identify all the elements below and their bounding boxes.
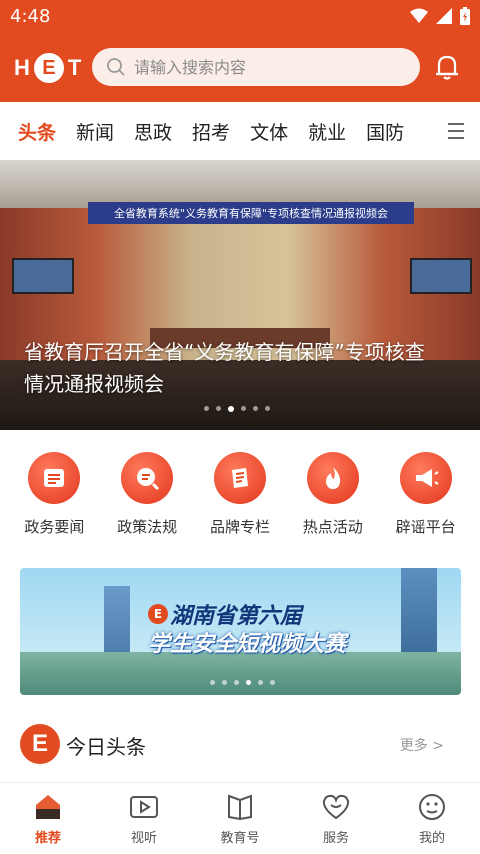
status-icons [410,7,470,25]
banner-screen-left [12,258,74,294]
quick-item-hot-events[interactable]: 热点活动 [293,452,373,548]
quick-item-label: 品牌专栏 [209,518,270,536]
channel-tabs: 头条 新闻 思政 招考 文体 就业 国防 [0,102,480,160]
flame-icon [306,452,359,504]
search-icon [107,58,125,76]
carousel-dot [216,406,221,411]
quick-item-label: 辟谣平台 [395,518,456,536]
quick-item-gov-news[interactable]: 政务要闻 [14,452,94,548]
banner-caption: 省教育厅召开全省“义务教育有保障”专项核查情况通报视频会 [24,340,425,396]
logo-letter-e: E [33,53,64,83]
nav-label: 服务 [322,831,349,846]
quick-item-label: 政务要闻 [24,518,85,536]
tab-headlines[interactable]: 头条 [18,118,56,145]
bottom-nav: 推荐 视听 教育号 服务 我的 [0,782,480,854]
video-icon [130,796,158,818]
tab-exams[interactable]: 招考 [192,118,230,145]
megaphone-icon [399,452,452,504]
carousel-indicator [204,406,270,412]
het-logo[interactable]: H E T [14,48,81,88]
carousel-dot [253,406,258,411]
status-bar: 4:48 [0,0,480,34]
quick-item-brand[interactable]: 品牌专栏 [200,452,280,548]
carousel-dot [265,406,270,411]
promo-title-line2: 学生安全短视频大赛 [148,632,347,657]
carousel-dot [270,680,275,685]
section-title: 今日头条 [66,735,146,759]
logo-letter-t: T [67,55,82,80]
wifi-icon [410,8,428,23]
tab-news[interactable]: 新闻 [76,118,114,145]
nav-label: 我的 [418,831,445,846]
profile-face-icon [419,794,445,820]
nav-item-service[interactable]: 服务 [296,791,376,846]
carousel-dot [204,406,209,411]
policy-search-icon [121,452,174,504]
search-input[interactable] [134,57,394,77]
quick-item-rumor-platform[interactable]: 辟谣平台 [386,452,466,548]
promo-landscape [20,652,461,695]
quick-menu: 政务要闻 政策法规 品牌专栏 热点活动 辟谣平台 [0,452,480,548]
carousel-dot [210,680,215,685]
today-headlines-header: E 今日头条 更多 > [0,716,480,774]
nav-label: 视听 [130,831,157,846]
carousel-dot [258,680,263,685]
promo-banner[interactable]: E 湖南省第六届 学生安全短视频大赛 [20,568,461,695]
banner-stage-sign: 全省教育系统"义务教育有保障"专项核查情况通报视频会 [88,202,414,224]
carousel-dot [241,406,246,411]
tab-list: 头条 新闻 思政 招考 文体 就业 国防 [18,102,438,160]
brand-column-icon [213,452,266,504]
status-time: 4:48 [10,6,51,27]
carousel-dot [222,680,227,685]
carousel-dot-active [228,406,234,412]
section-logo-icon: E [20,724,60,764]
more-link[interactable]: 更多 > [400,735,444,755]
book-icon [228,794,252,821]
quick-item-label: 政策法规 [117,518,178,536]
promo-logo-badge: E [148,604,168,624]
battery-icon [460,7,470,25]
banner-screen-right [410,258,472,294]
tab-ideology[interactable]: 思政 [134,118,172,145]
menu-icon[interactable] [446,122,466,140]
nav-item-mine[interactable]: 我的 [392,791,472,846]
logo-letter-h: H [14,55,30,80]
nav-label: 推荐 [34,831,61,846]
promo-carousel-indicator [210,680,275,685]
home-icon [36,795,60,819]
news-icon [28,452,81,504]
app-header: H E T [0,34,480,102]
quick-item-policy[interactable]: 政策法规 [107,452,187,548]
nav-item-recommend[interactable]: 推荐 [8,791,88,846]
signal-icon [436,8,452,24]
hero-carousel[interactable]: 全省教育系统"义务教育有保障"专项核查情况通报视频会 省教育厅召开全省“义务教育… [0,160,480,430]
heart-icon [322,794,350,820]
nav-label: 教育号 [220,831,260,846]
nav-item-education-account[interactable]: 教育号 [200,791,280,846]
banner-ceiling [0,160,480,208]
carousel-dot-active [246,680,251,685]
search-bar[interactable] [92,48,420,86]
tab-employment[interactable]: 就业 [308,118,346,145]
carousel-dot [234,680,239,685]
quick-item-label: 热点活动 [302,518,363,536]
tab-national-defense[interactable]: 国防 [366,118,404,145]
nav-item-video[interactable]: 视听 [104,791,184,846]
tab-culture-sports[interactable]: 文体 [250,118,288,145]
bell-icon[interactable] [432,52,462,82]
